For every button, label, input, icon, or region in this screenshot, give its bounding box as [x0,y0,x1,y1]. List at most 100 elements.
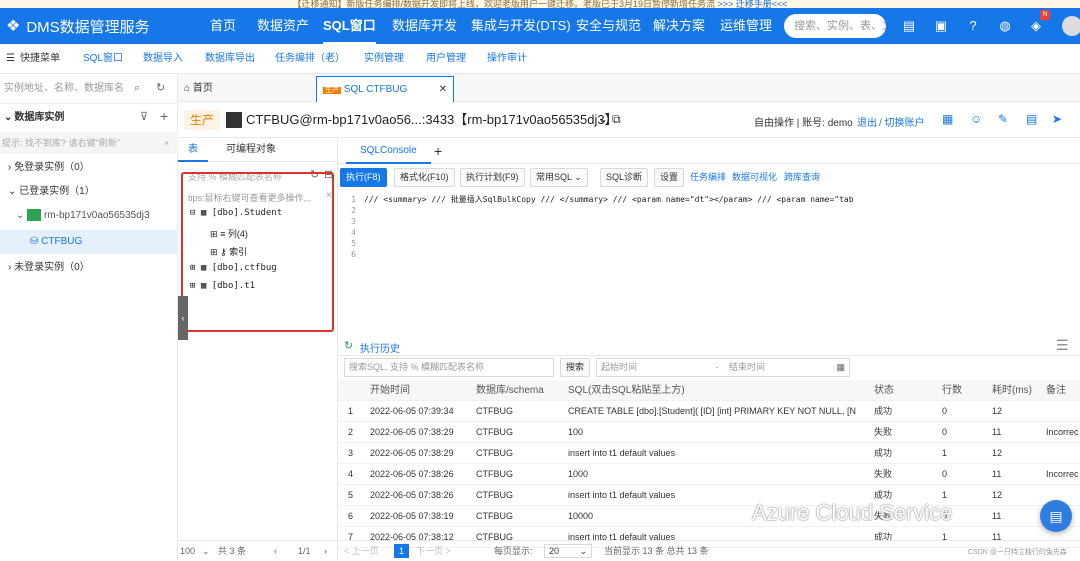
table-cell: 6 [348,511,354,521]
code-line[interactable]: /// <summary> /// 批量插入SqlBulkCopy /// </… [364,194,854,205]
sql-editor[interactable]: 1 2 3 4 5 6 /// <summary> /// 批量插入SqlBul… [338,190,1080,330]
history-header: ↻ 执行历史 ☰ [338,336,1080,356]
table-row[interactable]: 6 2022-06-05 07:38:19 CTFBUG 10000 失败 0 11 [338,506,1080,527]
tree-label: 未登录实例（0） [14,262,90,273]
close-icon[interactable]: × [164,132,169,154]
history-search-input[interactable]: 搜索SQL, 支持 % 模糊匹配表名称 [344,358,554,377]
table-cell[interactable]: 1000 [568,464,868,485]
globe-icon[interactable]: ◍ [997,18,1013,34]
format-button[interactable]: 格式化(F10) [394,168,455,187]
page-size-select[interactable]: 100 [180,541,195,561]
avatar[interactable] [1062,16,1080,36]
per-page-select[interactable]: 20 ⌄ [544,544,592,558]
table-row[interactable]: 5 2022-06-05 07:38:26 CTFBUG insert into t1… [338,485,1080,506]
history-tab[interactable]: 执行历史 [360,340,400,355]
table-row[interactable]: 3 2022-06-05 07:38:29 CTFBUG insert into t1… [338,443,1080,464]
add-console-button[interactable]: + [420,138,456,164]
tree-database[interactable]: ⛁ CTFBUG [0,230,178,254]
close-tab-icon[interactable]: ✕ [439,77,447,103]
subnav-audit[interactable]: 操作审计 [487,44,527,74]
nav-db-dev[interactable]: 数据库开发 [392,8,457,44]
chevron-down-icon[interactable]: ⌄ [598,112,608,126]
subnav-sql-window[interactable]: SQL窗口 [83,44,123,74]
document-icon[interactable]: ▤ [1026,112,1037,126]
calendar-icon[interactable]: ▦ [836,359,845,376]
ticket-icon[interactable]: ◈ [1028,18,1044,34]
tab-home[interactable]: ⌂ 首页 [178,76,219,102]
explain-button[interactable]: 执行计划(F9) [460,168,525,187]
prev-page-button[interactable]: < 上一页 [344,541,379,561]
nav-ops[interactable]: 运维管理 [720,8,772,44]
nav-solutions[interactable]: 解决方案 [653,8,705,44]
next-page-button[interactable]: 下一页 > [416,541,451,561]
sql-diagnose-button[interactable]: SQL诊断 [600,168,649,187]
table-cell[interactable]: 100 [568,422,868,443]
subnav-data-import[interactable]: 数据导入 [143,44,183,74]
tab-sql-ctfbug[interactable]: 生产 SQL CTFBUG ✕ [316,76,454,102]
search-icon[interactable]: ⌕ [134,82,140,95]
help-icon[interactable]: ? [965,18,981,34]
instance-search-input[interactable]: 实例地址、名称、数据库名 [0,74,178,104]
common-sql-button[interactable]: 常用SQL ⌄ [530,168,588,187]
button-label: 常用SQL [536,172,572,182]
menu-icon[interactable]: ☰ [6,53,15,64]
table-row[interactable]: 1 2022-06-05 07:39:34 CTFBUG CREATE TABLE [… [338,401,1080,422]
robot-icon[interactable]: ☺ [970,112,982,126]
nav-sql-window[interactable]: SQL窗口 [323,8,376,44]
logout-link[interactable]: 退出 [857,114,877,129]
assistant-fab-icon[interactable]: ▤ [1040,500,1072,532]
visualization-link[interactable]: 数据可视化 [732,168,777,187]
page-number[interactable]: 1 [394,544,410,558]
table-row[interactable]: 4 2022-06-05 07:38:26 CTFBUG 1000 失败 0 11 Incor… [338,464,1080,485]
search-button[interactable]: 搜索 [560,358,591,377]
nav-dts[interactable]: 集成与开发(DTS) [471,8,571,44]
subnav-db-export[interactable]: 数据库导出 [205,44,255,74]
nav-home[interactable]: 首页 [210,8,236,44]
refresh-icon[interactable]: ↻ [156,81,165,94]
edit-icon[interactable]: ✎ [998,112,1008,126]
tree-not-logged[interactable]: › 未登录实例（0） [0,256,178,280]
tree-logged-in[interactable]: ⌄ 已登录实例（1） [0,180,178,204]
line-number: 3 [351,217,356,226]
collapse-handle-icon[interactable]: ‹ [178,296,188,340]
nav-data-assets[interactable]: 数据资产 [257,8,309,44]
prev-page-icon[interactable]: ‹ [274,541,277,561]
cross-db-link[interactable]: 跨库查询 [784,168,820,187]
notification-icon[interactable]: ▣ [933,18,949,34]
filter-icon[interactable]: ⊽ [140,110,148,123]
notice-link[interactable]: >>> 迁移手册<<< [718,0,788,8]
table-row[interactable]: 2 2022-06-05 07:38:29 CTFBUG 100 失败 0 11 Incorr… [338,422,1080,443]
subnav-instance-mgmt[interactable]: 实例管理 [364,44,404,74]
table-icon[interactable]: ▦ [942,112,953,126]
menu-icon[interactable]: ☰ [1056,337,1069,354]
subnav-user-mgmt[interactable]: 用户管理 [426,44,466,74]
tab-tables[interactable]: 表 [178,138,208,162]
subnav-quick-menu[interactable]: 快捷菜单 [20,44,60,74]
connection-title[interactable]: CTFBUG@rm-bp171v0ao56...:3433【rm-bp171v0… [246,102,618,138]
tab-sqlconsole[interactable]: SQLConsole [346,138,431,164]
copy-icon[interactable]: ⧉ [612,112,621,127]
chevron-down-icon[interactable]: ⌄ [202,541,210,561]
tree-instance[interactable]: ⌄ rm-bp171v0ao56535dj3 [0,204,178,228]
task-link[interactable]: 任务编排 [690,168,726,187]
subnav-task-orchestration[interactable]: 任务编排（老） [275,44,345,74]
switch-account-link[interactable]: / 切换账户 [879,114,925,129]
global-search-input[interactable]: 搜索、实例、表、文 [784,14,886,38]
table-cell: 2022-06-05 07:38:26 [370,490,454,500]
doc-icon[interactable]: ▤ [901,18,917,34]
send-icon[interactable]: ➤ [1052,112,1062,126]
run-button[interactable]: 执行(F8) [340,168,387,187]
tree-no-login[interactable]: › 免登录实例（0） [0,156,178,180]
next-page-icon[interactable]: › [324,541,327,561]
range-separator: - [715,362,719,372]
nav-security[interactable]: 安全与规范 [576,8,641,44]
date-range-input[interactable]: 起始时间 - 结束时间 ▦ [596,358,850,377]
table-cell[interactable]: CREATE TABLE [dbo].[Student]( [ID] [int]… [568,401,868,422]
add-icon[interactable]: + [160,108,168,124]
table-cell[interactable]: insert into t1 default values [568,443,868,464]
hint-bar: 提示: 找不到库? 请右键"刷新" × [0,132,178,154]
instance-section[interactable]: ⌄ 数据库实例 [0,106,178,130]
settings-button[interactable]: 设置 [654,168,685,187]
tab-programmable[interactable]: 可编程对象 [216,138,286,162]
brand[interactable]: ❖ DMS数据管理服务 [6,8,150,44]
